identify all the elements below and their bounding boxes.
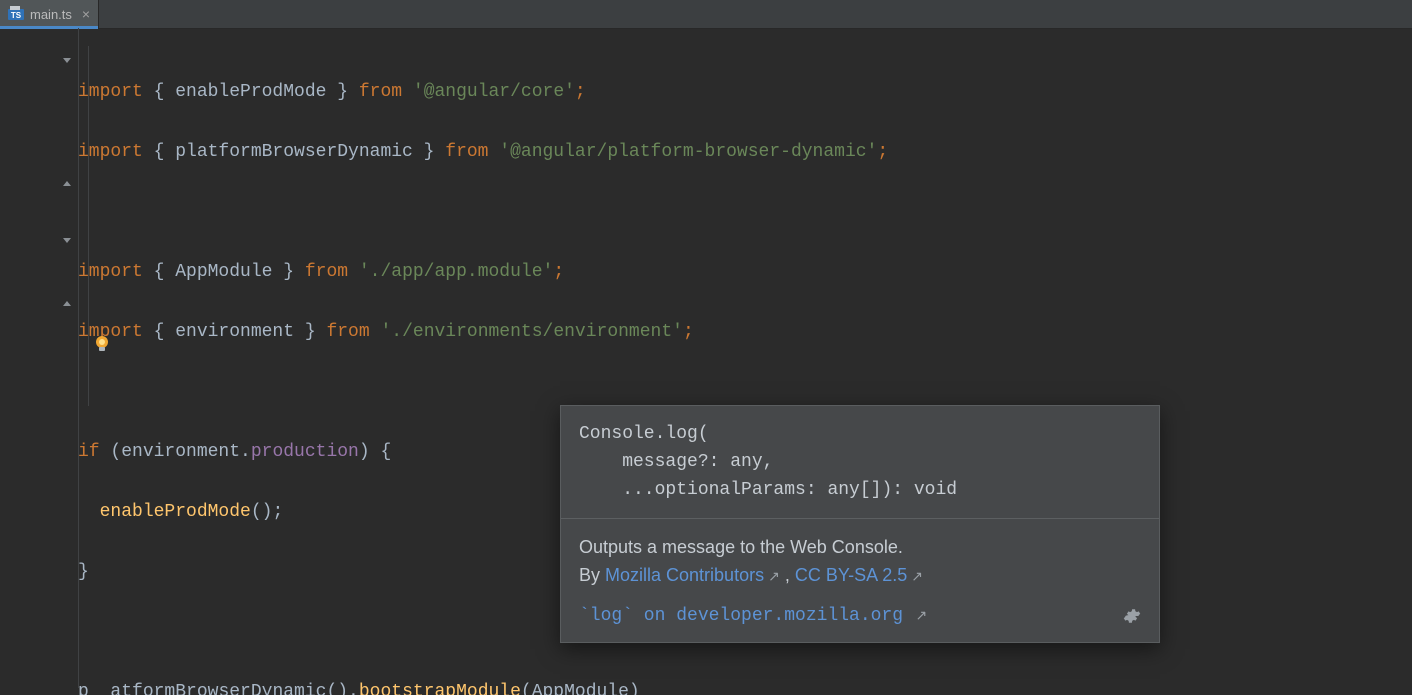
tab-bar: TS main.ts × — [0, 0, 1412, 29]
doc-description: Outputs a message to the Web Console. By… — [561, 519, 1159, 598]
fold-marker[interactable] — [0, 227, 78, 257]
doc-link-contributors[interactable]: Mozilla Contributors — [605, 565, 764, 585]
quick-doc-popup: Console.log( message?: any, ...optionalP… — [560, 405, 1160, 643]
intention-bulb-icon[interactable] — [92, 334, 112, 354]
fold-marker[interactable] — [0, 287, 78, 317]
ts-file-icon: TS — [8, 6, 24, 22]
external-link-icon: ↗ — [907, 609, 927, 625]
editor-window: TS main.ts × import { enableProdMode } f… — [0, 0, 1412, 695]
code-line[interactable] — [78, 197, 1408, 227]
gutter — [0, 29, 78, 695]
code-line[interactable]: p atformBrowserDynamic().bootstrapModule… — [78, 677, 1408, 695]
code-line[interactable]: import { platformBrowserDynamic } from '… — [78, 137, 1408, 167]
close-icon[interactable]: × — [82, 6, 90, 22]
code-line[interactable]: import { environment } from './environme… — [78, 317, 1408, 347]
external-link-icon: ↗ — [911, 568, 923, 584]
code-line[interactable]: import { AppModule } from './app/app.mod… — [78, 257, 1408, 287]
code-line[interactable] — [78, 377, 1408, 407]
doc-link-license[interactable]: CC BY-SA 2.5 — [795, 565, 907, 585]
tab-main-ts[interactable]: TS main.ts × — [0, 0, 99, 28]
svg-text:TS: TS — [11, 11, 22, 20]
fold-marker[interactable] — [0, 167, 78, 197]
code-line[interactable]: import { enableProdMode } from '@angular… — [78, 77, 1408, 107]
tab-filename: main.ts — [30, 7, 72, 22]
gear-icon[interactable] — [1123, 607, 1141, 625]
doc-link-mdn[interactable]: `log` on developer.mozilla.org ↗ — [579, 606, 927, 626]
fold-marker[interactable] — [0, 47, 78, 77]
external-link-icon: ↗ — [768, 568, 780, 584]
doc-signature: Console.log( message?: any, ...optionalP… — [561, 406, 1159, 519]
